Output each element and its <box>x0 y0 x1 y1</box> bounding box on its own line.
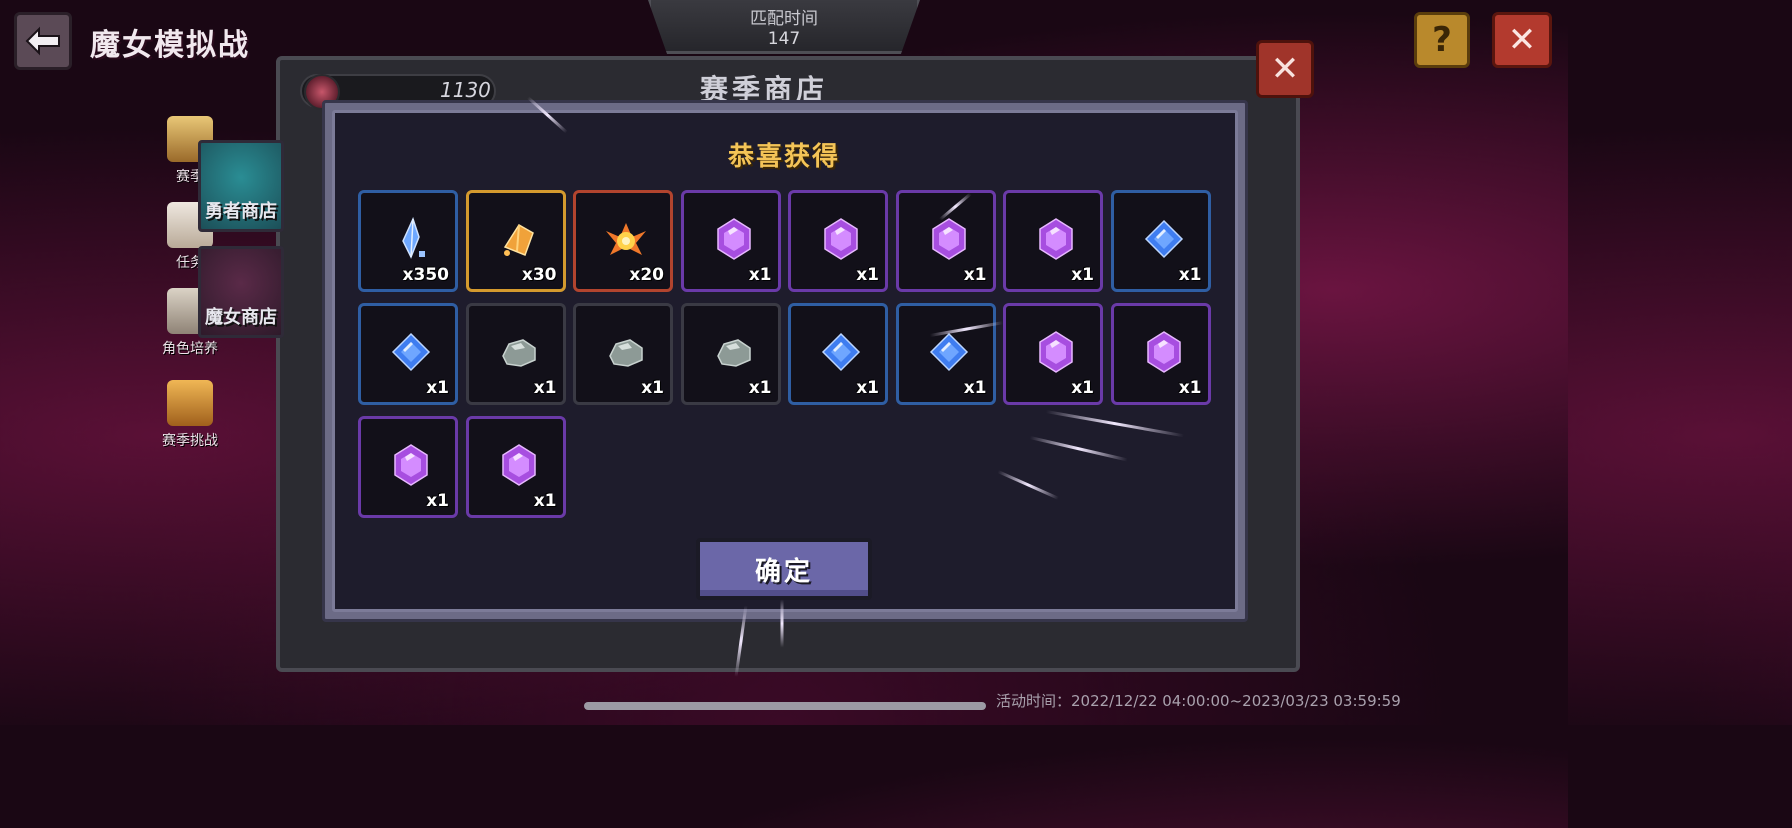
reward-quantity: x1 <box>426 378 449 398</box>
purple-gem-icon <box>712 217 756 261</box>
purple-gem-icon <box>1142 330 1186 374</box>
grey-stone-icon <box>712 330 756 374</box>
side-item-label: 赛季挑战 <box>162 433 218 449</box>
tab-label: 勇者商店 <box>205 201 277 222</box>
reward-quantity: x1 <box>426 491 449 511</box>
reward-slot[interactable]: x1 <box>788 303 888 405</box>
reward-quantity: x1 <box>1071 378 1094 398</box>
reward-quantity: x1 <box>748 378 772 398</box>
fire-orb-icon <box>604 217 648 261</box>
reward-quantity: x1 <box>748 265 772 285</box>
match-timer-panel: 匹配时间 147 <box>648 0 920 54</box>
reward-quantity: x1 <box>533 491 557 511</box>
help-button[interactable]: ? <box>1414 12 1470 68</box>
close-icon: ✕ <box>1270 49 1300 89</box>
blue-gem-icon <box>927 330 971 374</box>
reward-slot[interactable]: x1 <box>1003 190 1103 292</box>
reward-quantity: x1 <box>1071 265 1094 285</box>
exit-button[interactable]: ✕ <box>1492 12 1552 68</box>
purple-gem-icon <box>1034 330 1078 374</box>
reward-slot[interactable]: x1 <box>465 416 566 518</box>
side-item-challenge[interactable]: 赛季挑战 <box>150 380 230 450</box>
blue-gem-icon <box>389 330 433 374</box>
purple-gem-icon <box>927 217 971 261</box>
reward-quantity: x350 <box>402 265 449 285</box>
blue-gem-icon <box>1142 217 1186 261</box>
currency-value: 1130 <box>440 78 491 102</box>
reward-quantity: x1 <box>963 378 987 398</box>
reward-slot[interactable]: x1 <box>680 303 781 405</box>
reward-slot[interactable]: x1 <box>358 303 458 405</box>
reward-slot[interactable]: x1 <box>358 416 458 518</box>
purple-gem-icon <box>819 217 863 261</box>
reward-slot[interactable]: x1 <box>788 190 888 292</box>
home-indicator[interactable] <box>584 702 986 710</box>
tab-label: 魔女商店 <box>205 307 277 328</box>
reward-slot[interactable]: x1 <box>680 190 781 292</box>
modal-title: 恭喜获得 <box>727 142 840 172</box>
tab-witch-shop[interactable]: 魔女商店 <box>198 246 284 338</box>
reward-slot[interactable]: x1 <box>465 303 566 405</box>
reward-quantity: x1 <box>641 378 664 398</box>
reward-quantity: x30 <box>521 265 557 285</box>
light-streak <box>780 599 784 648</box>
side-item-label: 角色培养 <box>162 341 218 357</box>
shop-close-button[interactable]: ✕ <box>1256 40 1314 98</box>
match-time-label: 匹配时间 <box>750 9 818 29</box>
back-button[interactable] <box>14 12 72 70</box>
reward-slot[interactable]: x1 <box>1110 303 1211 405</box>
reward-quantity: x1 <box>1178 265 1202 285</box>
reward-slot[interactable]: x1 <box>895 303 996 405</box>
page-title: 魔女模拟战 <box>90 28 250 63</box>
purple-gem-icon <box>497 443 541 487</box>
back-arrow-icon <box>25 26 60 56</box>
event-time: 活动时间：2022/12/22 04:00:00~2023/03/23 03:5… <box>996 692 1401 710</box>
reward-quantity: x1 <box>963 265 987 285</box>
blue-crystal-icon <box>389 216 433 261</box>
scroll-icon <box>167 380 213 426</box>
grey-stone-icon <box>497 330 541 374</box>
reward-slot[interactable]: x1 <box>1110 190 1211 292</box>
grey-stone-icon <box>604 330 648 374</box>
reward-slot[interactable]: x30 <box>465 190 566 292</box>
reward-quantity: x1 <box>856 378 879 398</box>
reward-slot[interactable]: x1 <box>895 190 996 292</box>
reward-quantity: x1 <box>856 265 879 285</box>
reward-slot[interactable]: x350 <box>358 190 458 292</box>
confirm-button[interactable]: 确定 <box>696 538 872 600</box>
purple-gem-icon <box>1034 217 1078 261</box>
help-icon: ? <box>1432 20 1452 60</box>
reward-quantity: x1 <box>1178 378 1202 398</box>
reward-slot[interactable]: x20 <box>573 190 673 292</box>
purple-gem-icon <box>389 443 433 487</box>
reward-quantity: x20 <box>629 265 664 285</box>
reward-slot[interactable]: x1 <box>1003 303 1103 405</box>
close-icon: ✕ <box>1507 20 1537 60</box>
blue-gem-icon <box>819 330 863 374</box>
confirm-label: 确定 <box>754 556 813 587</box>
reward-slot[interactable]: x1 <box>573 303 673 405</box>
match-time-value: 147 <box>767 29 801 49</box>
reward-quantity: x1 <box>533 378 557 398</box>
gold-ingot-icon <box>497 217 541 261</box>
